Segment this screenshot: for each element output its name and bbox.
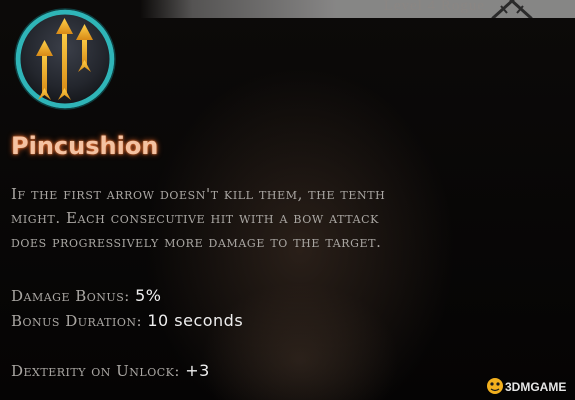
character-level-label: Level 4 Rogue — [383, 0, 485, 14]
ability-title: Pincushion — [11, 132, 159, 160]
description-line: does progressively more damage to the ta… — [11, 233, 382, 251]
stat-bonus-duration: Bonus Duration: 10 seconds — [11, 311, 243, 330]
unlock-label: Dexterity on Unlock: — [11, 362, 180, 380]
unlock-value: +3 — [185, 361, 210, 380]
unlock-bonus: Dexterity on Unlock: +3 — [11, 361, 210, 380]
stat-label: Bonus Duration: — [11, 312, 143, 330]
ability-description: If the first arrow doesn't kill them, th… — [11, 182, 531, 254]
crossed-daggers-icon — [491, 0, 533, 18]
watermark-logo: 3DMGAME — [487, 378, 566, 394]
watermark-text: 3DMGAME — [505, 380, 566, 394]
stat-label: Damage Bonus: — [11, 287, 130, 305]
description-line: If the first arrow doesn't kill them, th… — [11, 185, 386, 203]
arrows-icon — [14, 8, 116, 110]
stat-value: 5% — [135, 286, 162, 305]
description-line: might. Each consecutive hit with a bow a… — [11, 209, 379, 227]
top-bar: Level 4 Rogue — [140, 0, 575, 18]
stat-damage-bonus: Damage Bonus: 5% — [11, 286, 161, 305]
stat-value: 10 seconds — [147, 311, 244, 330]
